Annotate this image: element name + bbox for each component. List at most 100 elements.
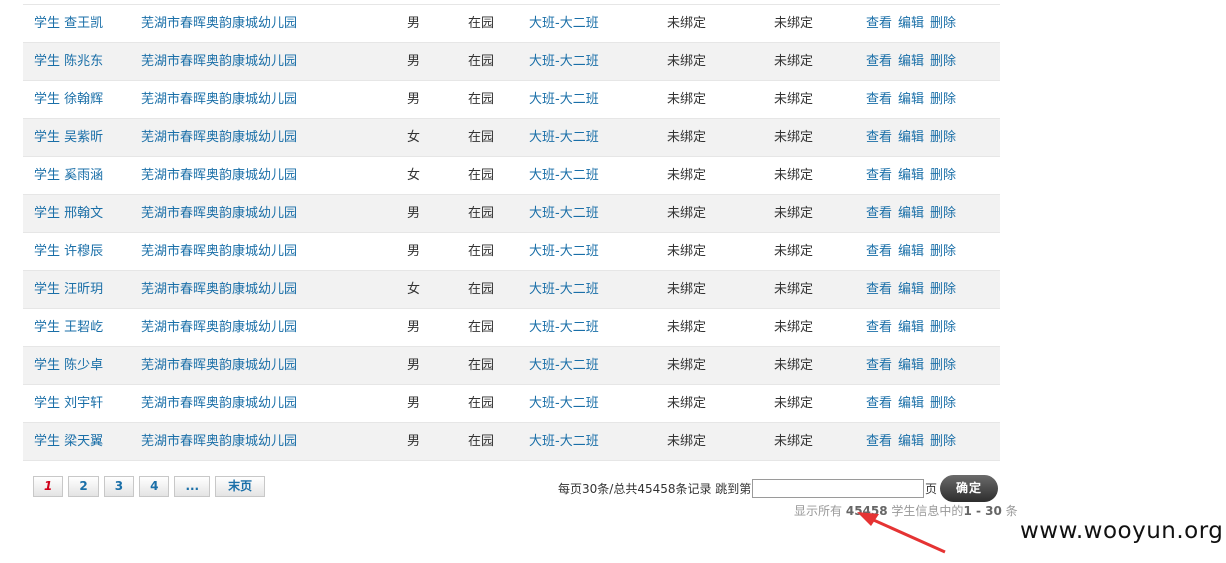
showall-prefix: 显示所有	[794, 504, 843, 518]
school-link[interactable]: 芜湖市春晖奥韵康城幼儿园	[141, 233, 297, 270]
table-row: 学生 梁天翼 芜湖市春晖奥韵康城幼儿园 男 在园 大班-大二班 未绑定 未绑定 查看 编辑 删除	[23, 423, 1000, 461]
row-actions: 查看 编辑 删除	[866, 309, 962, 346]
delete-link[interactable]: 删除	[930, 16, 956, 31]
delete-link[interactable]: 删除	[930, 54, 956, 69]
more-pages-button[interactable]: ...	[174, 476, 211, 497]
gender-cell: 男	[407, 92, 421, 107]
school-link[interactable]: 芜湖市春晖奥韵康城幼儿园	[141, 347, 297, 384]
class-link[interactable]: 大班-大二班	[529, 43, 599, 80]
edit-link[interactable]: 编辑	[898, 358, 924, 373]
page-button-4[interactable]: 4	[139, 476, 170, 497]
table-row: 学生 徐翰辉 芜湖市春晖奥韵康城幼儿园 男 在园 大班-大二班 未绑定 未绑定 查看 编辑 删除	[23, 81, 1000, 119]
view-link[interactable]: 查看	[866, 54, 892, 69]
view-link[interactable]: 查看	[866, 92, 892, 107]
edit-link[interactable]: 编辑	[898, 16, 924, 31]
bind-status-1: 未绑定	[667, 358, 707, 373]
status-cell: 在园	[468, 92, 495, 107]
school-link[interactable]: 芜湖市春晖奥韵康城幼儿园	[141, 309, 297, 346]
delete-link[interactable]: 删除	[930, 130, 956, 145]
delete-link[interactable]: 删除	[930, 358, 956, 373]
view-link[interactable]: 查看	[866, 396, 892, 411]
page-button-1[interactable]: 1	[33, 476, 64, 497]
edit-link[interactable]: 编辑	[898, 396, 924, 411]
school-link[interactable]: 芜湖市春晖奥韵康城幼儿园	[141, 157, 297, 194]
class-link[interactable]: 大班-大二班	[529, 195, 599, 232]
bind-status-1: 未绑定	[667, 168, 707, 183]
table-row: 学生 陈少卓 芜湖市春晖奥韵康城幼儿园 男 在园 大班-大二班 未绑定 未绑定 查看 编辑 删除	[23, 347, 1000, 385]
delete-link[interactable]: 删除	[930, 396, 956, 411]
student-name-link[interactable]: 学生 许穆辰	[34, 233, 103, 270]
view-link[interactable]: 查看	[866, 16, 892, 31]
showall-range: 1 - 30	[963, 504, 1002, 518]
page-button-2[interactable]: 2	[68, 476, 99, 497]
school-link[interactable]: 芜湖市春晖奥韵康城幼儿园	[141, 5, 297, 42]
view-link[interactable]: 查看	[866, 320, 892, 335]
class-link[interactable]: 大班-大二班	[529, 233, 599, 270]
edit-link[interactable]: 编辑	[898, 282, 924, 297]
edit-link[interactable]: 编辑	[898, 130, 924, 145]
confirm-jump-button[interactable]: 确定	[940, 475, 998, 502]
class-link[interactable]: 大班-大二班	[529, 385, 599, 422]
view-link[interactable]: 查看	[866, 358, 892, 373]
class-link[interactable]: 大班-大二班	[529, 271, 599, 308]
student-name-link[interactable]: 学生 奚雨涵	[34, 157, 103, 194]
view-link[interactable]: 查看	[866, 282, 892, 297]
status-cell: 在园	[468, 320, 495, 335]
view-link[interactable]: 查看	[866, 244, 892, 259]
edit-link[interactable]: 编辑	[898, 92, 924, 107]
school-link[interactable]: 芜湖市春晖奥韵康城幼儿园	[141, 195, 297, 232]
gender-cell: 男	[407, 320, 421, 335]
class-link[interactable]: 大班-大二班	[529, 157, 599, 194]
student-name-link[interactable]: 学生 王䂮屹	[34, 309, 103, 346]
student-name-link[interactable]: 学生 陈兆东	[34, 43, 103, 80]
jump-page-input[interactable]	[752, 479, 924, 498]
class-link[interactable]: 大班-大二班	[529, 309, 599, 346]
student-name-link[interactable]: 学生 梁天翼	[34, 423, 103, 460]
student-name-link[interactable]: 学生 邢翰文	[34, 195, 103, 232]
delete-link[interactable]: 删除	[930, 244, 956, 259]
student-name-link[interactable]: 学生 徐翰辉	[34, 81, 103, 118]
edit-link[interactable]: 编辑	[898, 320, 924, 335]
bind-status-1: 未绑定	[667, 282, 707, 297]
student-name-link[interactable]: 学生 汪昕玥	[34, 271, 103, 308]
delete-link[interactable]: 删除	[930, 206, 956, 221]
student-name-link[interactable]: 学生 刘宇轩	[34, 385, 103, 422]
view-link[interactable]: 查看	[866, 434, 892, 449]
gender-cell: 男	[407, 434, 421, 449]
delete-link[interactable]: 删除	[930, 434, 956, 449]
edit-link[interactable]: 编辑	[898, 54, 924, 69]
last-page-button[interactable]: 末页	[215, 476, 266, 497]
school-link[interactable]: 芜湖市春晖奥韵康城幼儿园	[141, 119, 297, 156]
view-link[interactable]: 查看	[866, 130, 892, 145]
class-link[interactable]: 大班-大二班	[529, 423, 599, 460]
student-name-link[interactable]: 学生 陈少卓	[34, 347, 103, 384]
view-link[interactable]: 查看	[866, 168, 892, 183]
edit-link[interactable]: 编辑	[898, 434, 924, 449]
view-link[interactable]: 查看	[866, 206, 892, 221]
class-link[interactable]: 大班-大二班	[529, 81, 599, 118]
school-link[interactable]: 芜湖市春晖奥韵康城幼儿园	[141, 385, 297, 422]
school-link[interactable]: 芜湖市春晖奥韵康城幼儿园	[141, 271, 297, 308]
bind-status-2: 未绑定	[774, 282, 814, 297]
status-cell: 在园	[468, 244, 495, 259]
table-row: 学生 邢翰文 芜湖市春晖奥韵康城幼儿园 男 在园 大班-大二班 未绑定 未绑定 查看 编辑 删除	[23, 195, 1000, 233]
delete-link[interactable]: 删除	[930, 92, 956, 107]
page-button-3[interactable]: 3	[103, 476, 135, 497]
school-link[interactable]: 芜湖市春晖奥韵康城幼儿园	[141, 43, 297, 80]
edit-link[interactable]: 编辑	[898, 206, 924, 221]
class-link[interactable]: 大班-大二班	[529, 119, 599, 156]
edit-link[interactable]: 编辑	[898, 168, 924, 183]
school-link[interactable]: 芜湖市春晖奥韵康城幼儿园	[141, 81, 297, 118]
gender-cell: 男	[407, 16, 421, 31]
school-link[interactable]: 芜湖市春晖奥韵康城幼儿园	[141, 423, 297, 460]
delete-link[interactable]: 删除	[930, 320, 956, 335]
gender-cell: 男	[407, 54, 421, 69]
class-link[interactable]: 大班-大二班	[529, 5, 599, 42]
delete-link[interactable]: 删除	[930, 282, 956, 297]
student-name-link[interactable]: 学生 查王凯	[34, 5, 103, 42]
student-name-link[interactable]: 学生 吴紫昕	[34, 119, 103, 156]
class-link[interactable]: 大班-大二班	[529, 347, 599, 384]
edit-link[interactable]: 编辑	[898, 244, 924, 259]
delete-link[interactable]: 删除	[930, 168, 956, 183]
status-cell: 在园	[468, 168, 495, 183]
